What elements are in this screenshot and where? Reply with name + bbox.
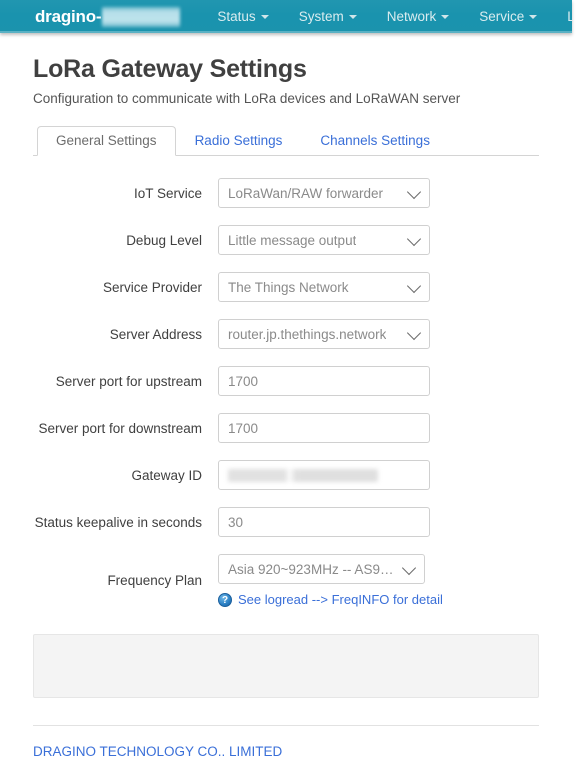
gateway-id-redacted-box <box>228 468 378 482</box>
page-footer: DRAGINO TECHNOLOGY CO.. LIMITED <box>33 725 539 759</box>
tab-radio-settings[interactable]: Radio Settings <box>176 126 302 156</box>
page-title: LoRa Gateway Settings <box>33 55 307 83</box>
chevron-down-icon <box>406 231 422 247</box>
input-server-port-upstream[interactable]: 1700 <box>218 366 430 396</box>
select-debug-level-value: Little message output <box>228 232 357 248</box>
select-server-address[interactable]: router.jp.thethings.network <box>218 319 430 349</box>
label-gateway-id: Gateway ID <box>131 467 202 483</box>
input-status-keepalive[interactable]: 30 <box>218 507 430 537</box>
brand-redacted-box <box>102 6 181 27</box>
select-service-provider-value: The Things Network <box>228 279 349 295</box>
nav-item-status-label: Status <box>217 9 256 24</box>
tab-channels-settings[interactable]: Channels Settings <box>301 126 449 156</box>
input-gateway-id[interactable] <box>218 460 430 490</box>
field-row-server-port-downstream: Server port for downstream 1700 <box>33 413 539 443</box>
label-status-keepalive: Status keepalive in seconds <box>34 514 202 530</box>
input-server-port-upstream-value: 1700 <box>228 373 259 389</box>
label-server-port-downstream: Server port for downstream <box>38 420 202 436</box>
select-iot-service-value: LoRaWan/RAW forwarder <box>228 185 384 201</box>
select-frequency-plan[interactable]: Asia 920~923MHz -- AS923-1 <box>218 554 425 584</box>
nav-item-service[interactable]: Service <box>464 9 552 24</box>
settings-tab-bar: General Settings Radio Settings Channels… <box>33 125 539 156</box>
frequency-plan-hint: ? See logread --> FreqINFO for detail <box>218 592 539 607</box>
nav-item-status[interactable]: Status <box>202 9 283 24</box>
nav-item-network-label: Network <box>386 9 437 24</box>
field-row-frequency-plan: Frequency Plan Asia 920~923MHz -- AS923-… <box>33 554 539 607</box>
chevron-down-icon <box>406 278 422 294</box>
input-status-keepalive-value: 30 <box>228 514 244 530</box>
input-server-port-downstream[interactable]: 1700 <box>218 413 430 443</box>
field-row-iot-service: IoT Service LoRaWan/RAW forwarder <box>33 178 539 208</box>
chevron-down-icon <box>406 184 422 200</box>
brand-logo-text: dragino- <box>35 6 102 26</box>
field-row-debug-level: Debug Level Little message output <box>33 225 539 255</box>
field-row-service-provider: Service Provider The Things Network <box>33 272 539 302</box>
field-row-gateway-id: Gateway ID <box>33 460 539 490</box>
gateway-settings-form: IoT Service LoRaWan/RAW forwarder Debug … <box>33 178 539 607</box>
select-iot-service[interactable]: LoRaWan/RAW forwarder <box>218 178 430 208</box>
field-row-server-address: Server Address router.jp.thethings.netwo… <box>33 319 539 349</box>
top-navigation-bar: dragino- Status System Network Service L… <box>0 0 572 33</box>
field-row-server-port-upstream: Server port for upstream 1700 <box>33 366 539 396</box>
select-frequency-plan-value: Asia 920~923MHz -- AS923-1 <box>228 561 398 577</box>
nav-item-network[interactable]: Network <box>372 9 465 24</box>
brand-logo[interactable]: dragino- <box>35 6 181 27</box>
help-circle-icon[interactable]: ? <box>218 592 232 607</box>
footer-company-link[interactable]: DRAGINO TECHNOLOGY CO.. LIMITED <box>33 744 282 759</box>
tab-general-settings[interactable]: General Settings <box>37 126 176 156</box>
chevron-down-icon <box>348 14 357 19</box>
chevron-down-icon <box>401 560 417 576</box>
select-service-provider[interactable]: The Things Network <box>218 272 430 302</box>
nav-item-system-label: System <box>298 9 344 24</box>
label-iot-service: IoT Service <box>133 185 202 201</box>
field-row-status-keepalive: Status keepalive in seconds 30 <box>33 507 539 537</box>
frequency-plan-hint-text: See logread --> FreqINFO for detail <box>238 592 443 607</box>
nav-item-logout[interactable]: Logout <box>552 9 572 24</box>
nav-item-system[interactable]: System <box>284 9 372 24</box>
chevron-down-icon <box>406 325 422 341</box>
page-subtitle: Configuration to communicate with LoRa d… <box>33 91 461 106</box>
select-debug-level[interactable]: Little message output <box>218 225 430 255</box>
form-action-bar <box>33 634 539 698</box>
main-menu: Status System Network Service Logout <box>202 9 572 24</box>
label-server-port-upstream: Server port for upstream <box>55 373 202 389</box>
label-frequency-plan: Frequency Plan <box>107 573 202 588</box>
page-content: LoRa Gateway Settings Configuration to c… <box>0 55 572 759</box>
label-service-provider: Service Provider <box>102 279 202 295</box>
select-server-address-value: router.jp.thethings.network <box>228 326 387 342</box>
chevron-down-icon <box>441 14 450 19</box>
nav-item-service-label: Service <box>479 9 525 24</box>
nav-item-logout-label: Logout <box>567 9 572 24</box>
chevron-down-icon <box>529 14 538 19</box>
chevron-down-icon <box>260 14 269 19</box>
label-server-address: Server Address <box>109 326 202 342</box>
input-server-port-downstream-value: 1700 <box>228 420 259 436</box>
label-debug-level: Debug Level <box>126 232 202 248</box>
